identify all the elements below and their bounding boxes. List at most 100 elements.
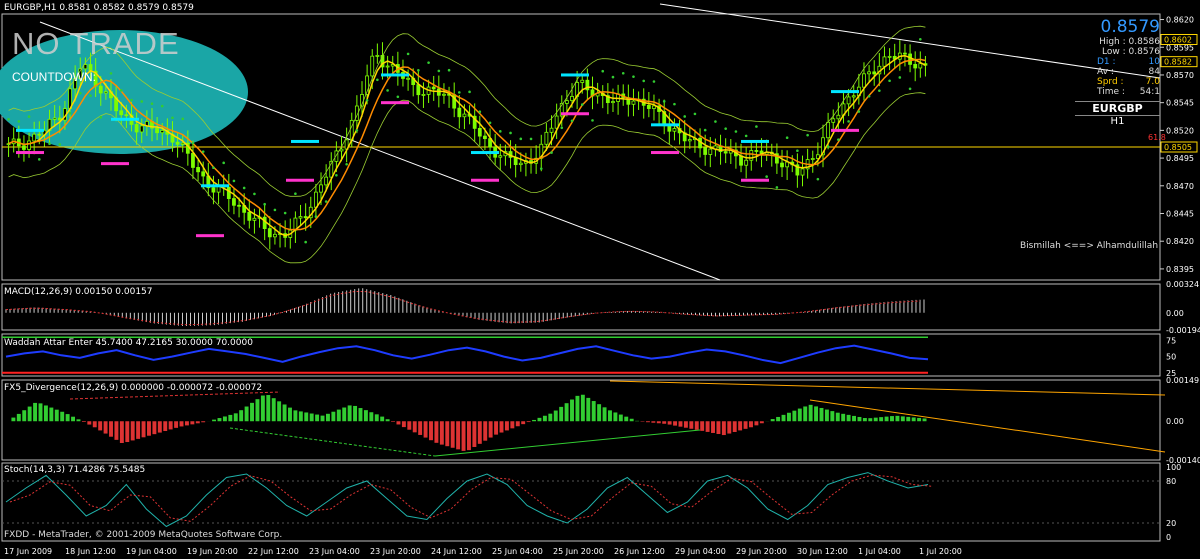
fx5-bar-up xyxy=(60,411,65,422)
level-label: 61.8 xyxy=(1148,133,1166,142)
fx5-bar-up xyxy=(792,410,797,422)
candle-body xyxy=(646,104,651,109)
fx5-bar-down xyxy=(526,421,531,423)
candle-body xyxy=(744,159,749,166)
y-tick-label: 0.8570 xyxy=(1166,71,1194,80)
sar-dot xyxy=(140,100,144,103)
sar-dot xyxy=(396,95,400,99)
fx5-bar-down xyxy=(694,421,699,430)
sar-dot xyxy=(816,177,820,181)
fx5-bar-down xyxy=(467,421,471,451)
fx5-bar-down xyxy=(98,421,103,431)
candle-body xyxy=(252,217,257,221)
sar-dot xyxy=(652,80,656,83)
sar-dot xyxy=(724,127,727,130)
fx5-bar-down xyxy=(749,421,753,428)
fx5-bar-up xyxy=(770,419,775,422)
fx5-bar-down xyxy=(743,421,748,429)
fx5-bar-up xyxy=(315,414,320,422)
price-tag-label: 0.8602 xyxy=(1164,35,1192,44)
fx5-bar-up xyxy=(266,395,271,422)
fx5-bar-down xyxy=(667,421,672,425)
y-tick-label: 0.8445 xyxy=(1166,210,1194,219)
fx5-bar-up xyxy=(873,417,878,422)
candle-body xyxy=(421,94,426,96)
candle-body xyxy=(913,63,918,69)
stoch-tick-label: 100 xyxy=(1166,463,1181,472)
fx5-bar-up xyxy=(353,405,358,422)
sar-dot xyxy=(642,79,646,83)
fx5-bar-down xyxy=(705,421,710,432)
fx5-bar-up xyxy=(43,405,48,422)
support-marker xyxy=(381,101,409,105)
y-tick-label: 0.8420 xyxy=(1166,237,1194,246)
sar-dot xyxy=(632,75,635,78)
candle-body xyxy=(313,191,318,208)
fx5-bar-up xyxy=(797,408,802,422)
macd-tick-label: 0.00324 xyxy=(1166,280,1199,289)
sar-dot xyxy=(683,115,686,118)
y-tick-label: 0.8395 xyxy=(1166,265,1194,274)
fx5-bar-up xyxy=(49,407,54,422)
candle-body xyxy=(191,152,195,168)
time-row: Time : 54:1 xyxy=(1075,87,1160,97)
metatrader-chart-window: 0.8620 0.8595 0.8570 0.8545 0.8520 0.8495 0.84… xyxy=(0,0,1200,559)
candle-body xyxy=(160,130,165,134)
candle-body xyxy=(754,150,759,152)
copyright-text: FXDD - MetaTrader, © 2001-2009 MetaQuote… xyxy=(4,530,283,540)
fx5-bar-up xyxy=(212,419,217,422)
fx5-bar-up xyxy=(532,419,537,422)
fx5-bar-down xyxy=(510,421,515,429)
pane-border xyxy=(1,283,1161,331)
info-panel: 0.8579 High : 0.8586 Low : 0.8576 D1 : 10… xyxy=(1075,17,1160,128)
candle-body xyxy=(564,100,569,104)
fx5-bar-down xyxy=(92,421,97,428)
waddah-line xyxy=(5,344,929,365)
candle-body xyxy=(708,148,713,155)
fx5-bar-down xyxy=(136,421,141,439)
fx5-bar-up xyxy=(298,411,303,422)
fx5-bar-up xyxy=(358,408,363,422)
fx5-bar-up xyxy=(879,417,884,422)
sar-dot xyxy=(232,179,236,183)
fx5-bar-down xyxy=(732,421,737,432)
candle-body xyxy=(103,91,108,94)
fx5-bar-down xyxy=(412,421,417,433)
sar-dot xyxy=(867,94,871,98)
candle-body xyxy=(303,216,308,219)
sar-dot xyxy=(468,90,471,94)
time-value: 54:1 xyxy=(1139,87,1160,97)
fx5-bar-down xyxy=(472,421,477,447)
fx5-bar-up xyxy=(808,404,813,422)
fx5-bar-down xyxy=(494,421,499,435)
fx5-bar-down xyxy=(711,421,715,433)
sar-dot xyxy=(458,91,461,94)
candle-body xyxy=(385,65,390,68)
fx5-bar-down xyxy=(163,421,168,432)
fx5-bar-up xyxy=(342,407,347,422)
fx5-bar-up xyxy=(613,412,618,422)
candle-body xyxy=(631,100,636,105)
fx5-bar-up xyxy=(22,410,27,422)
fx5-bar-down xyxy=(445,421,450,447)
candle-body xyxy=(462,113,467,118)
d1-row: D1 : 10 xyxy=(1075,57,1160,67)
fx5-bar-up xyxy=(906,416,911,422)
sar-dot xyxy=(734,130,738,133)
candle-body xyxy=(687,139,692,142)
sar-dot xyxy=(570,119,574,123)
candle-body xyxy=(375,54,380,57)
candle-body xyxy=(723,151,728,154)
sar-dot xyxy=(796,149,799,152)
fx5-bar-up xyxy=(814,406,819,422)
sar-dot xyxy=(550,151,553,154)
candle-body xyxy=(175,141,180,145)
fx5-bar-down xyxy=(504,421,509,431)
candle-body xyxy=(580,79,585,83)
candle-body xyxy=(498,155,503,158)
y-tick-label: 0.8470 xyxy=(1166,182,1194,191)
fx5-bar-down xyxy=(645,421,650,423)
fx5-bar-down xyxy=(662,421,667,424)
sar-dot xyxy=(611,75,615,79)
chart-canvas[interactable]: 0.86200.85950.85700.85450.85200.84950.84… xyxy=(0,0,1200,559)
